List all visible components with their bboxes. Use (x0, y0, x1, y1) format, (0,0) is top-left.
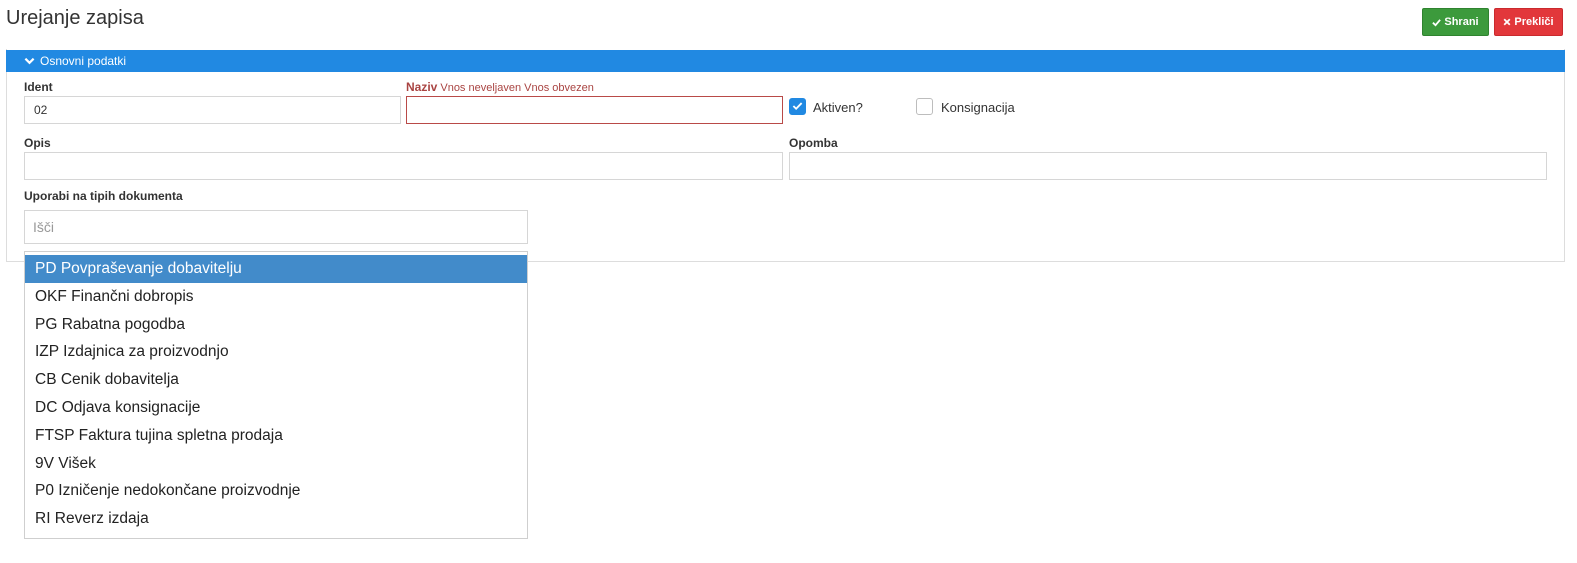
document-type-option[interactable]: PG Rabatna pogodba (25, 311, 527, 339)
opis-label: Opis (24, 136, 51, 150)
opomba-input[interactable] (789, 152, 1547, 180)
naziv-label-row: Naziv Vnos neveljaven Vnos obvezen (406, 80, 594, 94)
times-icon (1503, 18, 1511, 26)
cancel-button-label: Prekliči (1514, 16, 1554, 28)
save-button-label: Shrani (1444, 16, 1479, 28)
document-type-option[interactable]: P0 Izničenje nedokončane proizvodnje (25, 477, 527, 505)
konsignacija-label: Konsignacija (941, 100, 1015, 115)
ident-input[interactable] (24, 96, 401, 124)
panel-title: Osnovni podatki (40, 54, 127, 68)
document-type-search-input[interactable] (24, 210, 528, 244)
opis-input[interactable] (24, 152, 783, 180)
aktiven-label: Aktiven? (813, 100, 863, 115)
check-icon (792, 98, 803, 116)
naziv-label: Naziv (406, 80, 438, 94)
document-type-option[interactable]: RI Reverz izdaja (25, 505, 527, 533)
uporabi-label: Uporabi na tipih dokumenta (24, 189, 183, 203)
document-type-dropdown: PD Povpraševanje dobavitelju OKF Finančn… (24, 251, 528, 539)
chevron-down-icon (24, 57, 35, 65)
document-type-option[interactable]: DC Odjava konsignacije (25, 394, 527, 422)
page-title: Urejanje zapisa (6, 7, 144, 29)
document-type-option[interactable]: PD Povpraševanje dobavitelju (25, 255, 527, 283)
konsignacija-checkbox[interactable] (916, 98, 933, 115)
naziv-error-message: Vnos neveljaven Vnos obvezen (440, 82, 594, 94)
aktiven-checkbox[interactable] (789, 98, 806, 115)
document-type-option[interactable]: FTSP Faktura tujina spletna prodaja (25, 422, 527, 450)
ident-label: Ident (24, 80, 53, 94)
document-type-option[interactable]: IZP Izdajnica za proizvodnjo (25, 338, 527, 366)
panel-header-toggle[interactable]: Osnovni podatki (6, 50, 1565, 72)
save-button[interactable]: Shrani (1422, 8, 1489, 36)
cancel-button[interactable]: Prekliči (1494, 8, 1563, 36)
opomba-label: Opomba (789, 136, 838, 150)
document-type-option[interactable]: 9V Višek (25, 450, 527, 478)
document-type-option[interactable]: CB Cenik dobavitelja (25, 366, 527, 394)
naziv-input[interactable] (406, 96, 783, 124)
check-icon (1432, 18, 1442, 27)
document-type-option[interactable]: OKF Finančni dobropis (25, 283, 527, 311)
